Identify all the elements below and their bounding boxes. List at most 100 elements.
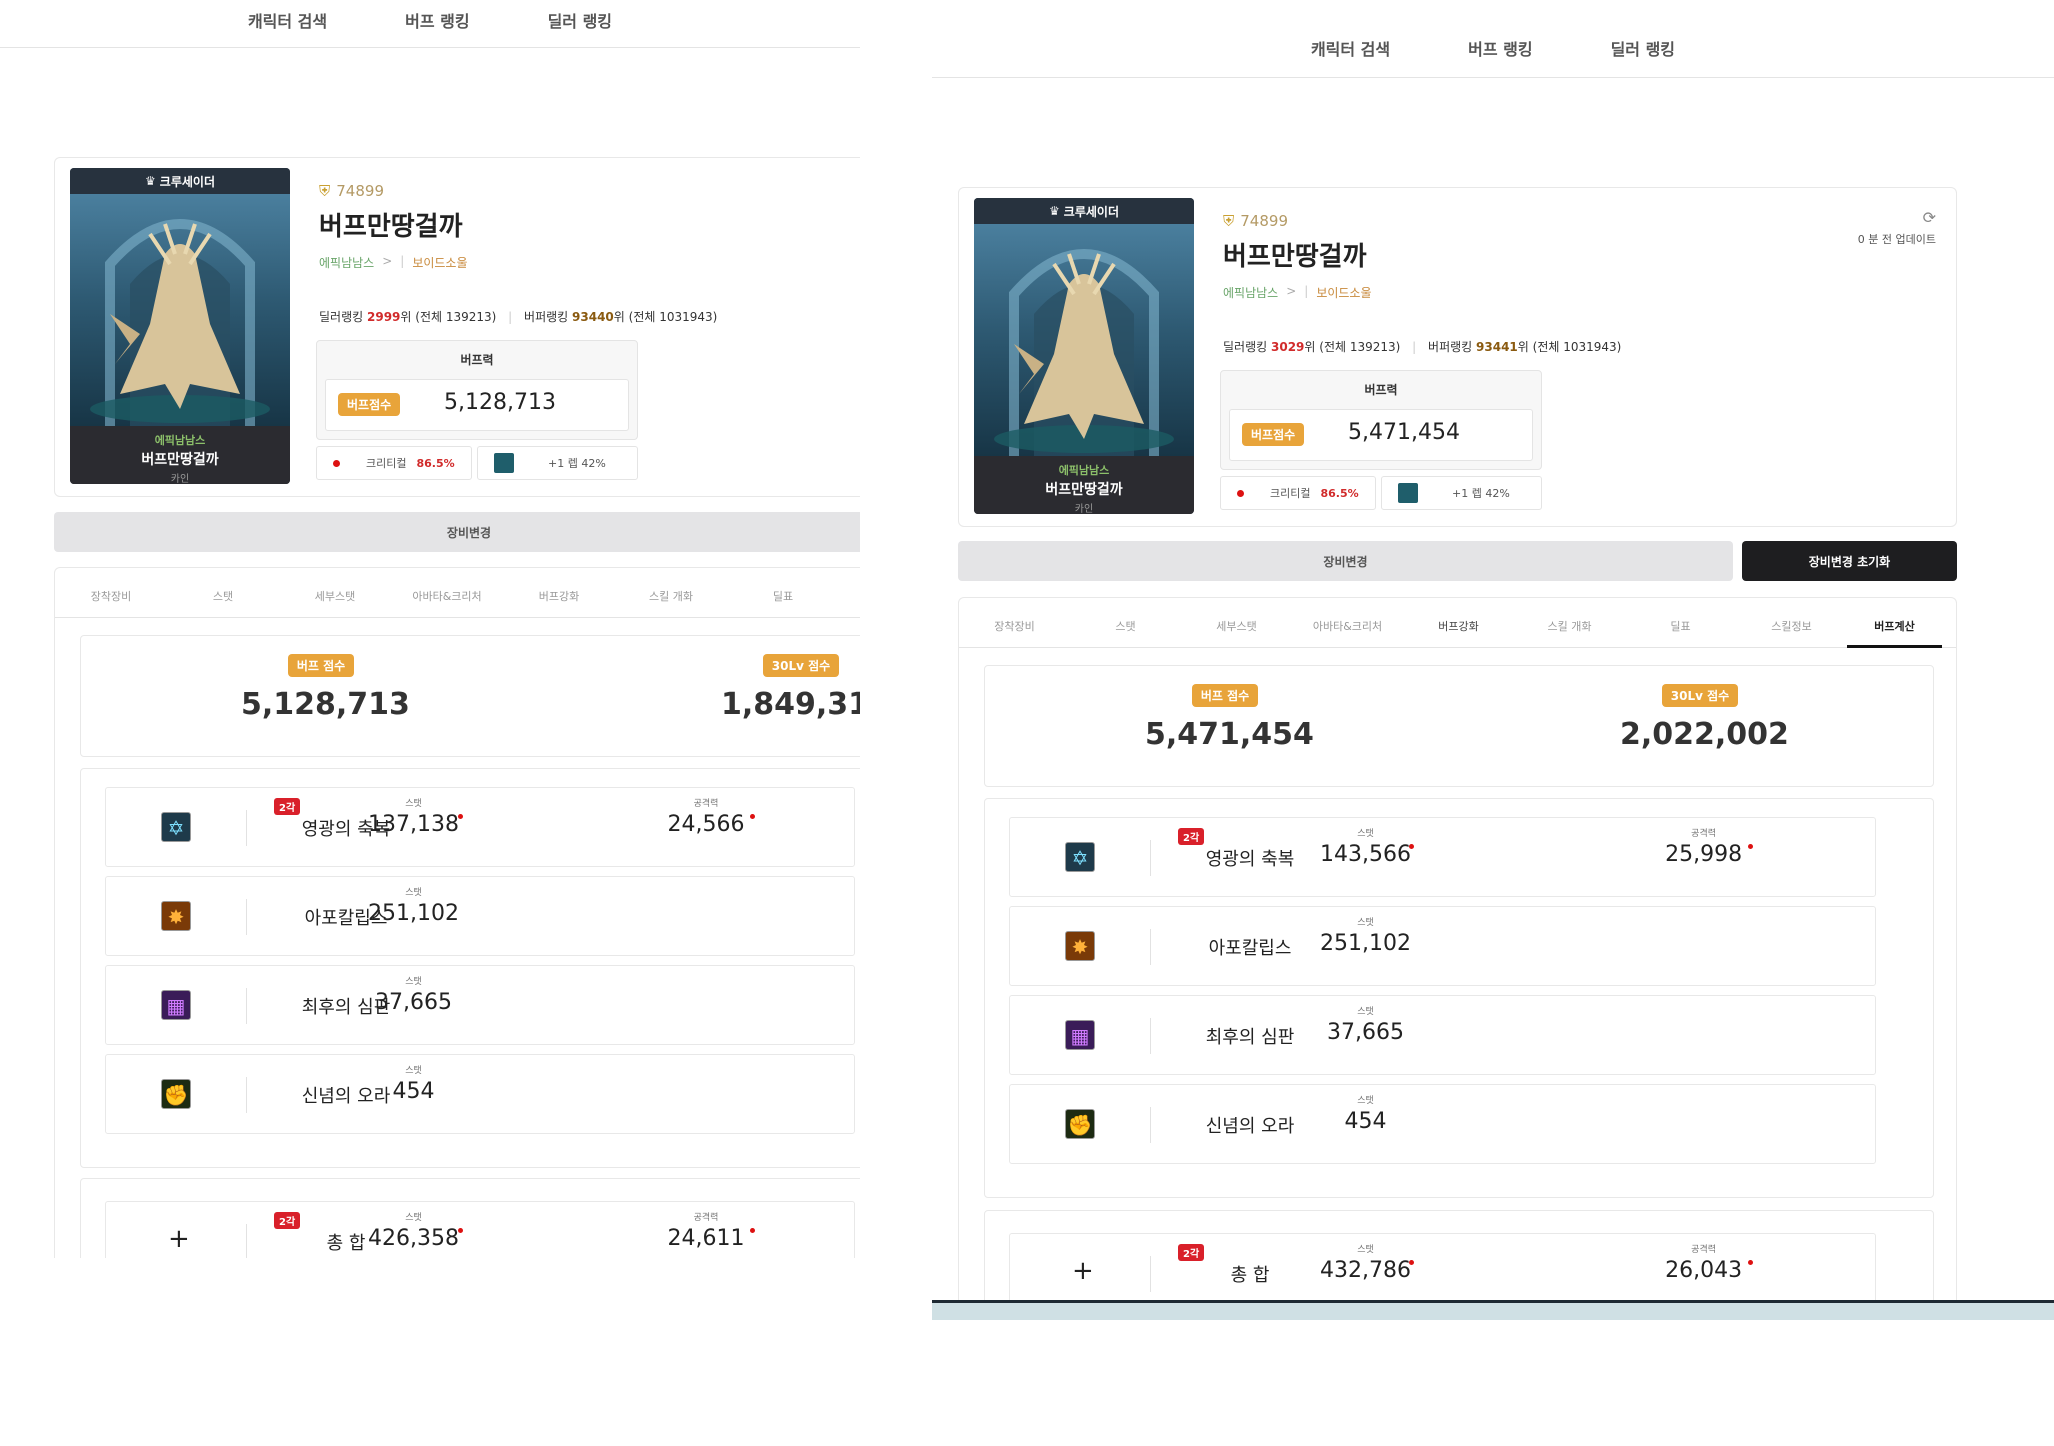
tab-buff-calc[interactable]: 버프계산 [1847,598,1942,648]
row-divider [246,1224,247,1258]
rebirth-box: +1 렙 42% [477,446,638,480]
buff-power-box: 버프력 버프점수 5,471,454 [1220,370,1542,470]
character-sub: 에픽남남스 > | 보이드소울 [319,254,468,271]
attack-change-dot [1747,844,1753,849]
judgement-icon: ▦ [161,990,191,1020]
row-divider [246,1077,247,1113]
stat-change-dot [457,1228,463,1233]
apocalypse-icon: ✸ [1065,931,1095,961]
character-art [70,194,290,426]
buff-score-value: 5,471,454 [1145,717,1314,752]
stat-value: 251,102 [1319,931,1411,956]
total-row: +2각 총 합 스탯 426,358 공격력 24,611 [105,1201,855,1258]
skill-group: ✡ 2각 영광의 축복 스탯 143,566 공격력 25,998 ✸ 아포칼립스 스탯 251,1… [984,798,1934,1198]
tab-detail-stats[interactable]: 세부스탯 [1181,598,1292,647]
rebirth-icon [494,453,514,473]
attack-value: 25,998 [1665,842,1743,867]
nav-dealer-ranking[interactable]: 딜러 랭킹 [1611,36,1675,77]
skill-row: ✊ 신념의 오라 스탯 454 [1009,1084,1876,1164]
stat-label: 스탯 [1357,918,1374,928]
attack-change-dot [1747,1260,1753,1265]
dealer-rank-total: 위 (전체 139213) [1304,340,1401,354]
lv30-score-value: 1,849,318 [721,687,860,722]
nav-character-search[interactable]: 캐릭터 검색 [1311,36,1390,77]
skill-row: ▦ 최후의 심판 스탯 37,665 [105,965,855,1045]
portrait-name: 버프만땅걸까 [1045,482,1123,498]
skill-row: ✊ 신념의 오라 스탯 454 [105,1054,855,1134]
nav-character-search[interactable]: 캐릭터 검색 [248,8,327,47]
portrait-guild: 에픽남남스 [1058,464,1110,477]
attack-change-dot [750,814,755,819]
row-divider [246,810,247,846]
tab-buff-enhance[interactable]: 버프강화 [503,568,615,617]
fame: ⛨ 74899 [1223,212,1288,230]
tab-skill-bloom[interactable]: 스킬 개화 [615,568,727,617]
stat-value: 454 [1344,1109,1387,1134]
job-header: ♛ 크루세이더 [974,198,1194,224]
tab-deal-table[interactable]: 딜표 [1625,598,1736,647]
buff-score: 버프 점수 5,471,454 [1145,684,1314,752]
stat-value: 251,102 [368,901,459,926]
attack-label: 공격력 [1691,1245,1717,1255]
tab-avatar[interactable]: 아바타&크리처 [391,568,503,617]
buff-power-inner: 버프점수 5,128,713 [325,379,629,431]
rebirth-icon [1398,483,1418,503]
equip-change-button[interactable]: 장비변경 [958,541,1733,581]
detail-tabs: 장착장비 스탯 세부스탯 아바타&크리처 버프강화 스킬 개화 딜표 [55,568,860,618]
tab-detail-stats[interactable]: 세부스탯 [279,568,391,617]
top-nav: 캐릭터 검색 버프 랭킹 딜러 랭킹 [932,36,2054,78]
tab-equipment[interactable]: 장착장비 [959,598,1070,647]
tab-buff-enhance[interactable]: 버프강화 [1403,598,1514,647]
attack-label: 공격력 [1691,829,1717,839]
tab-skill-info[interactable]: 스킬정보 [1736,598,1847,647]
fame-icon: ⛨ [319,182,331,200]
row-divider [246,899,247,935]
portrait-server: 카인 [170,474,190,484]
ranking-line: 딜러랭킹 2999위 (전체 139213) | 버퍼랭킹 93440위 (전체… [319,310,718,324]
row-divider [1150,840,1151,876]
server-name: 보이드소울 [412,256,468,270]
awaken-tag: 2각 [1178,828,1205,845]
nav-buff-ranking[interactable]: 버프 랭킹 [405,8,469,47]
refresh-icon[interactable]: ⟳ [1858,208,1936,227]
awaken-tag: 2각 [274,1212,301,1229]
plus-icon: + [168,1224,190,1254]
dealer-rank: 3029 [1271,340,1305,354]
tab-equipment[interactable]: 장착장비 [55,568,167,617]
lv30-score: 30Lv 점수 1,849,318 [721,654,860,722]
stat-label: 스탯 [405,977,422,987]
guild-arrow: > [382,254,393,268]
row-divider [1150,1256,1151,1292]
total-group: +2각 총 합 스탯 426,358 공격력 24,611 [80,1178,860,1258]
tab-skill-bloom[interactable]: 스킬 개화 [1514,598,1625,647]
apocalypse-icon: ✸ [161,901,191,931]
nav-buff-ranking[interactable]: 버프 랭킹 [1468,36,1532,77]
equip-reset-button[interactable]: 장비변경 초기화 [1742,541,1957,581]
guild-name[interactable]: 에픽남남스 [319,254,374,271]
tab-stats[interactable]: 스탯 [1070,598,1181,647]
nav-dealer-ranking[interactable]: 딜러 랭킹 [548,8,612,47]
detail-panel: 장착장비 스탯 세부스탯 아바타&크리처 버프강화 스킬 개화 딜표 스킬정보 … [958,597,1957,1320]
star-of-david-icon: ✡ [161,812,191,842]
character-name: 버프만땅걸까 [1223,242,1367,272]
stat-label: 스탯 [405,888,422,898]
fame: ⛨ 74899 [319,182,384,200]
buffer-rank-total: 위 (전체 1031943) [1517,340,1622,354]
tab-stats[interactable]: 스탯 [167,568,279,617]
equip-change-button[interactable]: 장비변경 [54,512,860,552]
stat-value: 432,786 [1319,1258,1411,1283]
skill-row: ✡ 2각 영광의 축복 스탯 137,138 공격력 24,566 [105,787,855,867]
detail-tabs: 장착장비 스탯 세부스탯 아바타&크리처 버프강화 스킬 개화 딜표 스킬정보 … [959,598,1956,648]
stat-label: 스탯 [1357,1096,1374,1106]
aura-icon: ✊ [1065,1109,1095,1139]
buff-score-badge: 버프점수 [1242,423,1305,446]
stat-label: 스탯 [1357,1007,1374,1017]
stat-label: 스탯 [405,799,422,809]
stat-value: 37,665 [375,990,452,1015]
stat-value: 37,665 [1326,1020,1404,1045]
buffer-rank-label: 버퍼랭킹 [1428,340,1473,354]
crit-box: 크리티컬 86.5% [316,446,472,480]
guild-name[interactable]: 에픽남남스 [1223,284,1278,301]
tab-deal-table[interactable]: 딜표 [727,568,839,617]
tab-avatar[interactable]: 아바타&크리처 [1292,598,1403,647]
